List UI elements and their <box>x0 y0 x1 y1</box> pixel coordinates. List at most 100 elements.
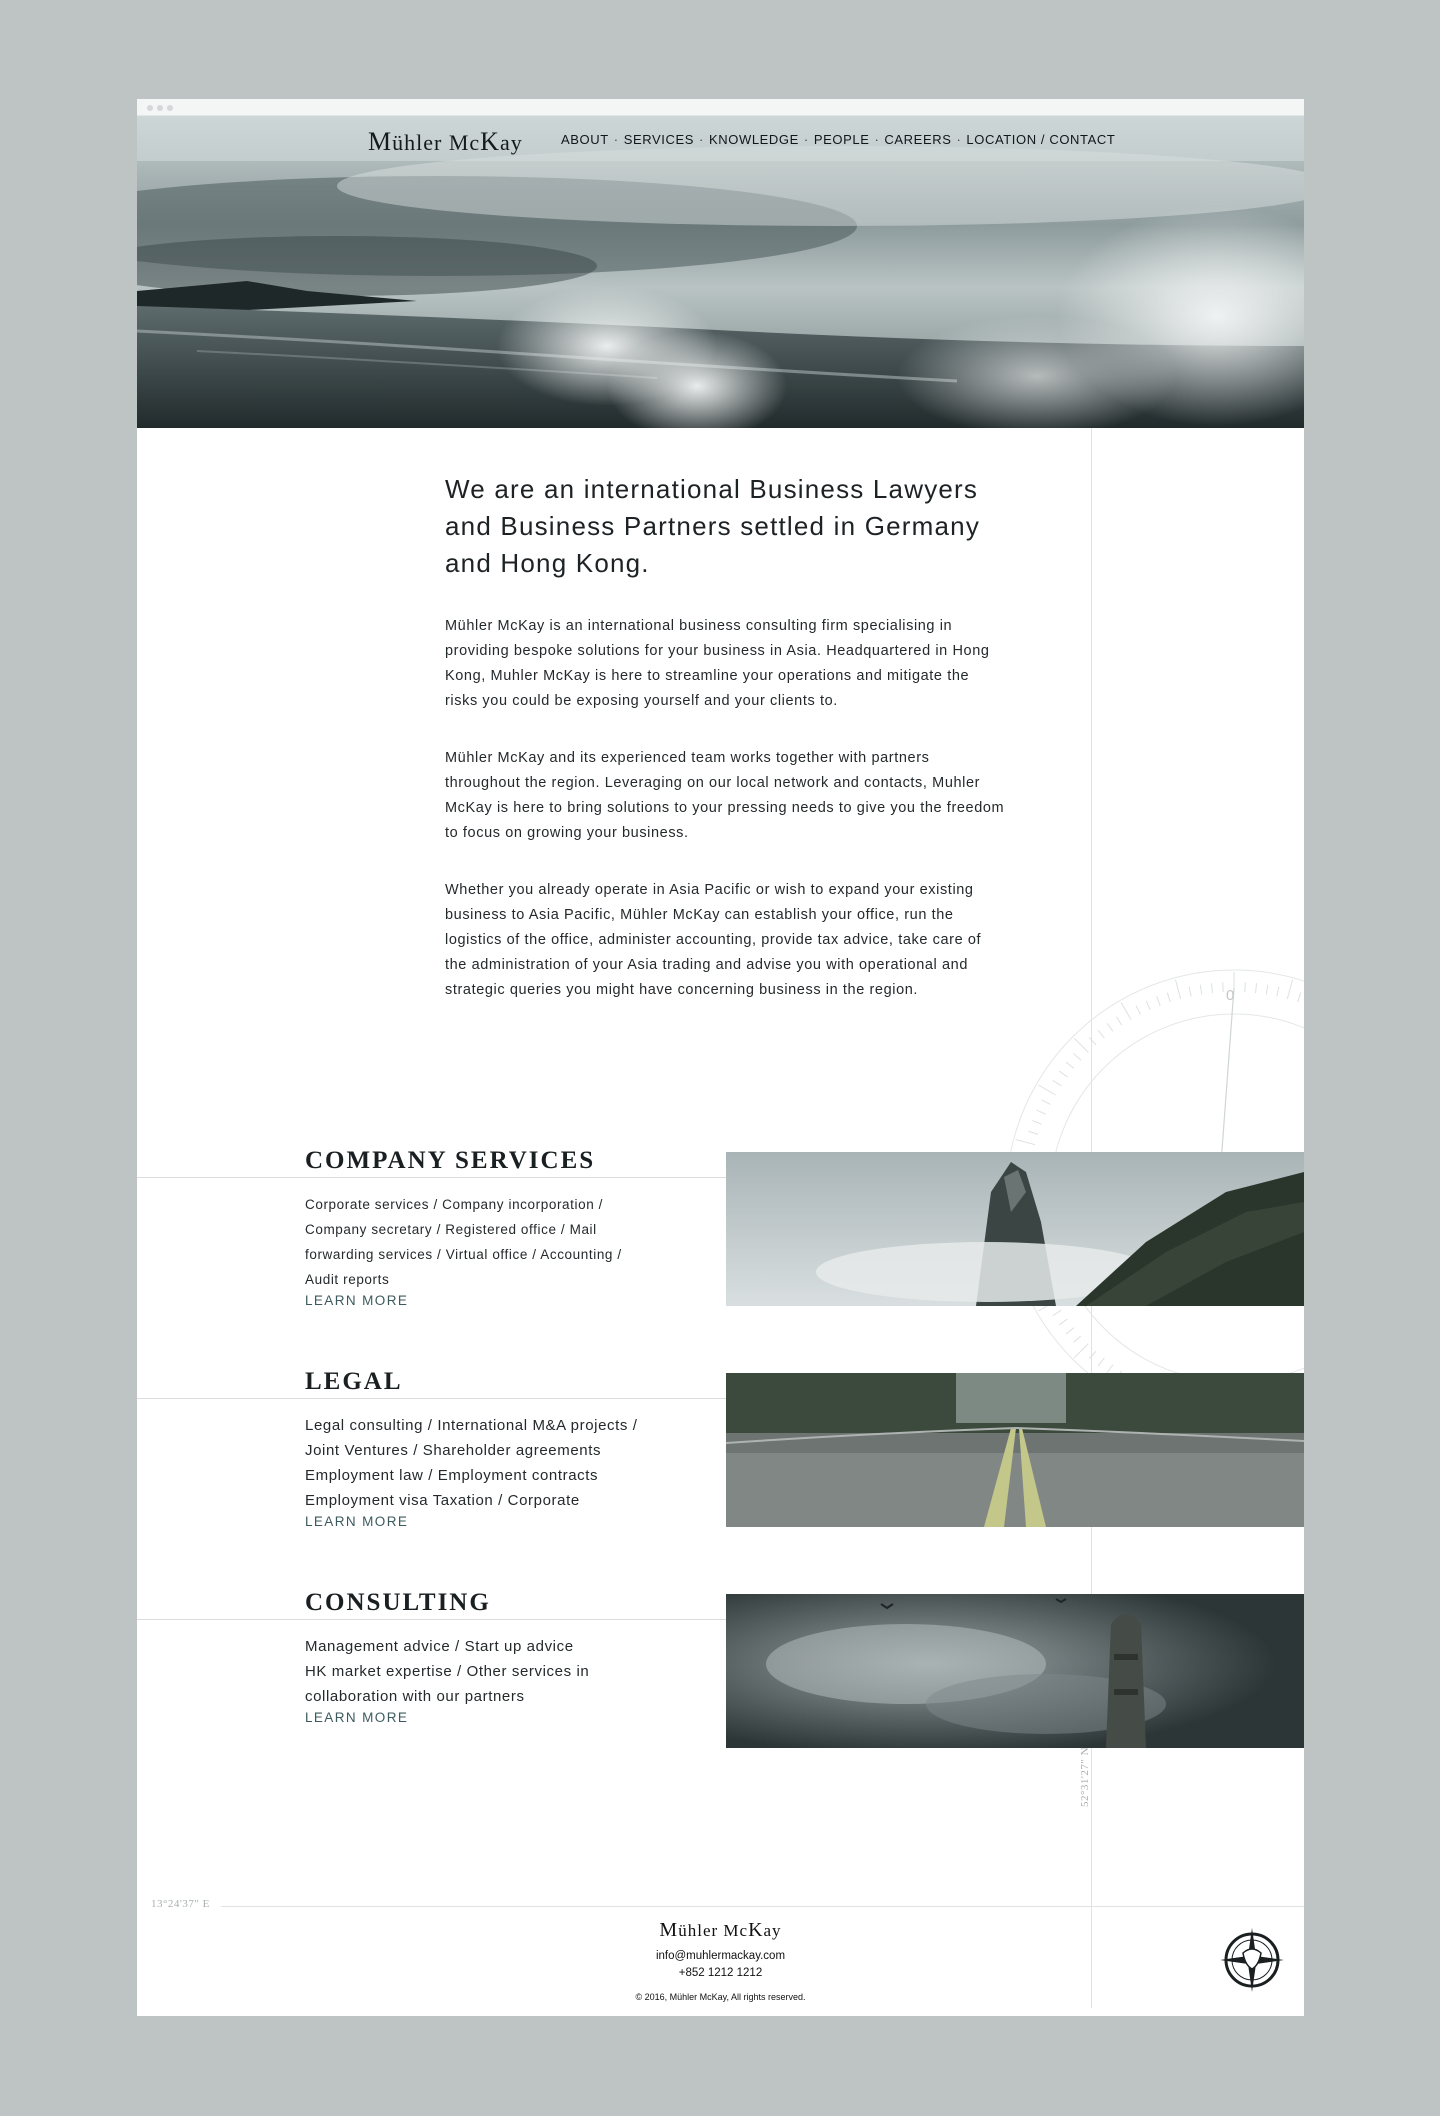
logo-text: ay <box>499 130 523 155</box>
nav-item-people[interactable]: PEOPLE <box>814 132 870 147</box>
compass-tick <box>1145 1000 1151 1011</box>
intro-paragraph: Mühler McKay is an international busines… <box>445 618 990 709</box>
top-navigation-bar: Mühler McKay ABOUT · SERVICES · KNOWLEDG… <box>137 116 1304 161</box>
footer: Mühler McKay info@muhlermackay.com +852 … <box>137 1919 1304 2002</box>
compass-tick <box>1058 1318 1068 1326</box>
compass-tick <box>1015 1139 1036 1146</box>
compass-tick <box>1065 1327 1075 1335</box>
logo-letter: K <box>748 1919 764 1941</box>
mountain-peak-image <box>726 1152 1304 1306</box>
compass-tick <box>1156 996 1161 1006</box>
compass-label: 0 <box>1226 987 1234 1004</box>
compass-tick <box>1199 984 1203 995</box>
compass-tick <box>1286 979 1293 1000</box>
nav-item-knowledge[interactable]: KNOWLEDGE <box>709 132 799 147</box>
divider <box>137 1398 726 1399</box>
compass-badge-icon <box>1220 1928 1284 1992</box>
window-dot-icon[interactable] <box>147 105 153 111</box>
service-line: forwarding services / Virtual office / A… <box>305 1247 622 1262</box>
compass-tick <box>1297 992 1302 1003</box>
coordinate-east: 13°24'37" E <box>151 1898 210 1910</box>
logo-text: ay <box>763 1921 782 1940</box>
compass-tick <box>1041 1099 1051 1105</box>
brand-logo[interactable]: Mühler McKay <box>368 127 523 157</box>
footer-divider <box>221 1906 1304 1907</box>
service-title: LEGAL <box>305 1368 403 1395</box>
intro-headline: We are an international Business Lawyers… <box>445 474 981 578</box>
compass-tick <box>1073 1037 1089 1053</box>
footer-copyright: © 2016, Mühler McKay, All rights reserve… <box>635 1992 806 2002</box>
nav-separator: · <box>803 132 809 147</box>
service-line: collaboration with our partners <box>305 1688 525 1705</box>
nav-item-about[interactable]: ABOUT <box>561 132 609 147</box>
intro-paragraph: Whether you already operate in Asia Paci… <box>445 882 982 998</box>
nav-separator: · <box>613 132 619 147</box>
compass-tick <box>1097 1029 1105 1039</box>
service-line: Company secretary / Registered office / … <box>305 1222 597 1237</box>
compass-tick <box>1052 1309 1062 1317</box>
compass-tick <box>1115 1016 1123 1026</box>
compass-tick <box>1106 1022 1114 1032</box>
logo-letter: M <box>368 127 393 156</box>
stormy-sea-image <box>137 116 1304 428</box>
compass-tick <box>1222 982 1224 993</box>
compass-tick <box>1089 1037 1097 1046</box>
compass-tick <box>1265 984 1269 995</box>
main-nav: ABOUT · SERVICES · KNOWLEDGE · PEOPLE · … <box>561 132 1115 147</box>
compass-tick <box>1244 982 1246 993</box>
service-description: Management advice / Start up advice HK m… <box>305 1634 685 1709</box>
nav-separator: · <box>874 132 880 147</box>
service-description: Legal consulting / International M&A pro… <box>305 1413 685 1513</box>
intro-section: We are an international Business Lawyers… <box>445 471 1005 1003</box>
logo-letter: M <box>659 1919 679 1941</box>
storm-clouds-image <box>726 1594 1304 1748</box>
service-image <box>726 1373 1304 1527</box>
window-dot-icon[interactable] <box>167 105 173 111</box>
logo-text: ühler Mc <box>678 1921 749 1940</box>
learn-more-link[interactable]: LEARN MORE <box>305 1710 408 1725</box>
service-image <box>726 1152 1304 1306</box>
compass-tick <box>1120 1002 1132 1020</box>
footer-phone[interactable]: +852 1212 1212 <box>137 1965 1304 1982</box>
compass-tick <box>1175 979 1182 1000</box>
compass-tick <box>1065 1061 1075 1069</box>
footer-email[interactable]: info@muhlermackay.com <box>137 1948 1304 1965</box>
divider <box>137 1177 726 1178</box>
service-line: HK market expertise / Other services in <box>305 1663 590 1680</box>
nav-item-careers[interactable]: CAREERS <box>884 132 951 147</box>
compass-tick <box>1135 1005 1141 1015</box>
coordinate-north: 52°31'27" N <box>1079 1746 1091 1807</box>
service-line: Employment law / Employment contracts <box>305 1467 599 1484</box>
compass-tick <box>1210 983 1213 994</box>
compass-tick <box>1188 986 1192 997</box>
compass-tick <box>1089 1350 1097 1359</box>
learn-more-link[interactable]: LEARN MORE <box>305 1514 408 1529</box>
service-line: Management advice / Start up advice <box>305 1638 574 1655</box>
service-line: Legal consulting / International M&A pro… <box>305 1417 638 1434</box>
nav-separator: · <box>699 132 704 147</box>
nav-separator: · <box>956 132 962 147</box>
compass-tick <box>1276 986 1280 997</box>
compass-tick <box>1073 1343 1089 1359</box>
divider <box>137 1619 726 1620</box>
logo-letter: K <box>480 127 500 156</box>
compass-tick <box>1166 992 1171 1003</box>
service-image <box>726 1594 1304 1748</box>
nav-item-location-contact[interactable]: LOCATION / CONTACT <box>966 132 1115 147</box>
hero-banner: Mühler McKay ABOUT · SERVICES · KNOWLEDG… <box>137 116 1304 428</box>
nav-item-services[interactable]: SERVICES <box>624 132 694 147</box>
compass-tick <box>1106 1364 1114 1374</box>
learn-more-link[interactable]: LEARN MORE <box>305 1293 408 1308</box>
service-description: Corporate services / Company incorporati… <box>305 1192 685 1292</box>
compass-tick <box>1052 1079 1062 1087</box>
service-line: Corporate services / Company incorporati… <box>305 1197 604 1212</box>
service-line: Audit reports <box>305 1272 390 1287</box>
browser-window: Mühler McKay ABOUT · SERVICES · KNOWLEDG… <box>137 99 1304 2016</box>
compass-tick <box>1058 1070 1068 1078</box>
window-dot-icon[interactable] <box>157 105 163 111</box>
footer-logo[interactable]: Mühler McKay <box>137 1919 1304 1942</box>
forest-road-image <box>726 1373 1304 1527</box>
window-chrome <box>137 99 1304 116</box>
compass-tick <box>1073 1335 1082 1343</box>
compass-tick <box>1073 1053 1082 1061</box>
